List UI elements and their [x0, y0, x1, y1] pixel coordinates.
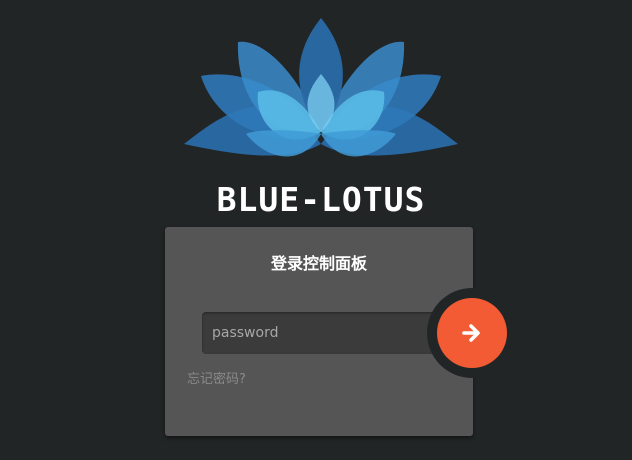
logo: BLUE-LOTUS [176, 14, 466, 224]
forgot-password-link[interactable]: 忘记密码? [187, 372, 246, 388]
logo-text: BLUE-LOTUS [216, 180, 426, 219]
password-input[interactable] [202, 312, 436, 354]
submit-button[interactable] [437, 298, 507, 368]
panel-title: 登录控制面板 [270, 254, 367, 273]
lotus-icon [184, 18, 458, 157]
arrow-right-icon [462, 324, 480, 342]
submit-button-ring [427, 288, 517, 378]
